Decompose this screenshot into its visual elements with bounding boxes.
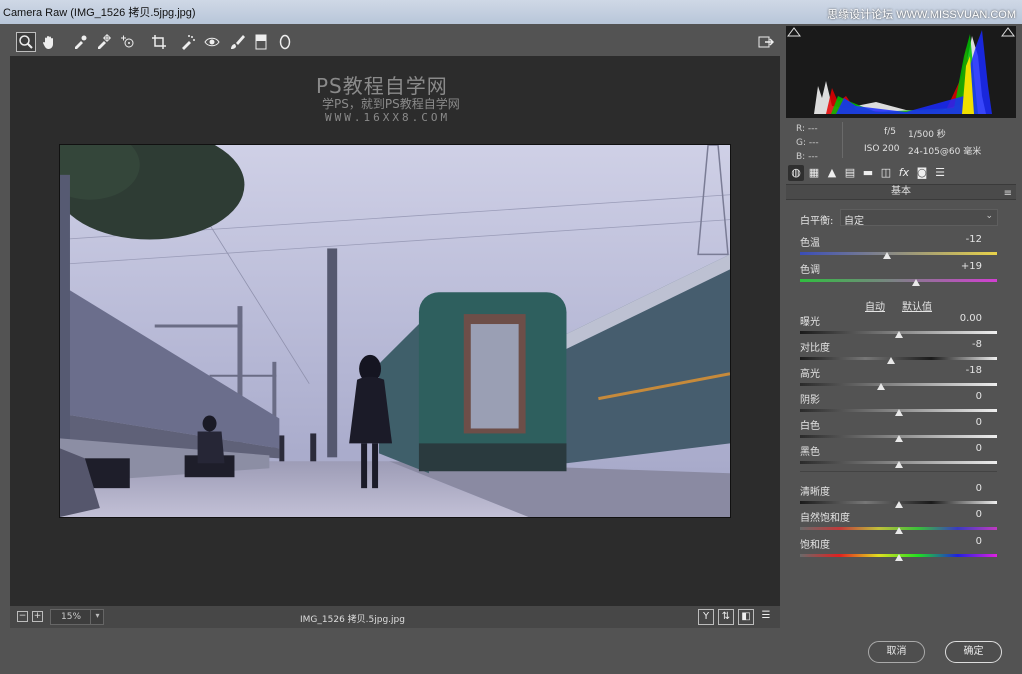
slider-thumb[interactable] — [894, 409, 903, 416]
tone-curve-tab-icon[interactable]: ▦ — [806, 165, 822, 181]
slider-value[interactable]: -18 — [942, 365, 982, 376]
status-filename: IMG_1526 拷贝.5jpg.jpg — [300, 615, 405, 625]
slider-thumb[interactable] — [894, 461, 903, 468]
preview-watermark-subtitle: 学PS，就到PS教程自学网 — [322, 97, 460, 111]
slider-thumb[interactable] — [886, 357, 895, 364]
panel-tabs: ◍ ▦ ▲ ▤ ▬ ◫ fx ◙ ☰ — [786, 163, 1016, 183]
white-balance-label: 白平衡: — [800, 216, 834, 227]
ok-button[interactable]: 确定 — [945, 641, 1002, 663]
targeted-adjustment-icon[interactable] — [118, 32, 138, 52]
slider-thumb[interactable] — [894, 527, 903, 534]
slider-thumb[interactable] — [894, 554, 903, 561]
blue-readout: B: --- — [796, 152, 818, 162]
preview-settings-button[interactable]: ☰ — [758, 609, 774, 625]
iso-readout: ISO 200 — [864, 144, 900, 154]
slider-label: 饱和度 — [800, 540, 830, 551]
slider-track[interactable] — [800, 252, 997, 255]
slider-label: 曝光 — [800, 317, 820, 328]
histogram — [786, 26, 1016, 118]
detail-tab-icon[interactable]: ▲ — [824, 165, 840, 181]
slider-label: 清晰度 — [800, 487, 830, 498]
slider-thumb[interactable] — [912, 279, 921, 286]
status-bar: − + 15% ▾ IMG_1526 拷贝.5jpg.jpg Y ⇅ ◧ ☰ — [10, 606, 780, 628]
white-balance-icon[interactable] — [70, 32, 90, 52]
default-link[interactable]: 默认值 — [902, 298, 932, 313]
shutter-readout: 1/500 秒 — [908, 130, 946, 140]
split-toning-tab-icon[interactable]: ▬ — [860, 165, 876, 181]
radial-filter-icon[interactable] — [275, 32, 295, 52]
readout-divider — [842, 122, 843, 158]
panel-title: 基本 ≡ — [786, 184, 1016, 200]
slider-value[interactable]: -8 — [942, 339, 982, 350]
slider-value[interactable]: 0 — [942, 536, 982, 547]
title-bar: Camera Raw (IMG_1526 拷贝.5jpg.jpg) 思缘设计论坛… — [0, 0, 1022, 24]
slider-value[interactable]: 0 — [942, 417, 982, 428]
slider-label: 色温 — [800, 238, 820, 249]
slider-label: 自然饱和度 — [800, 513, 850, 524]
slider-thumb[interactable] — [894, 331, 903, 338]
auto-link[interactable]: 自动 — [865, 298, 885, 313]
site-watermark: 思缘设计论坛 WWW.MISSVUAN.COM — [827, 9, 1016, 21]
red-readout: R: --- — [796, 124, 818, 134]
spot-removal-icon[interactable] — [178, 32, 198, 52]
crop-icon[interactable] — [149, 32, 169, 52]
slider-thumb[interactable] — [876, 383, 885, 390]
basic-tab-icon[interactable]: ◍ — [788, 165, 804, 181]
slider-label: 高光 — [800, 369, 820, 380]
slider-value[interactable]: -12 — [942, 234, 982, 245]
slider-value[interactable]: +19 — [942, 261, 982, 272]
before-after-toggle-button[interactable]: Y — [698, 609, 714, 625]
panel-menu-icon[interactable]: ≡ — [1004, 187, 1012, 201]
toolbar — [10, 30, 780, 56]
presets-tab-icon[interactable]: ☰ — [932, 165, 948, 181]
window-title: Camera Raw (IMG_1526 拷贝.5jpg.jpg) — [3, 7, 196, 19]
rgb-readout: R: --- G: --- B: --- — [796, 122, 819, 164]
slider-label: 对比度 — [800, 343, 830, 354]
zoom-out-button[interactable]: − — [17, 611, 28, 622]
zoom-icon[interactable] — [16, 32, 36, 52]
adjustment-brush-icon[interactable] — [227, 32, 247, 52]
lens-tab-icon[interactable]: ◫ — [878, 165, 894, 181]
slider-thumb[interactable] — [894, 435, 903, 442]
camera-calibration-tab-icon[interactable]: ◙ — [914, 165, 930, 181]
swap-before-after-button[interactable]: ⇅ — [718, 609, 734, 625]
color-sampler-icon[interactable] — [93, 32, 113, 52]
slider-value[interactable]: 0.00 — [942, 313, 982, 324]
chevron-down-icon: ⌄ — [985, 211, 993, 221]
panel-divider — [800, 471, 997, 472]
panel-title-text: 基本 — [891, 186, 911, 197]
slider-label: 色调 — [800, 265, 820, 276]
hand-icon[interactable] — [39, 32, 59, 52]
cancel-button[interactable]: 取消 — [868, 641, 925, 663]
zoom-in-button[interactable]: + — [32, 611, 43, 622]
effects-tab-icon[interactable]: fx — [896, 165, 912, 181]
chevron-down-icon[interactable]: ▾ — [90, 609, 104, 625]
slider-label: 黑色 — [800, 447, 820, 458]
preferences-icon[interactable] — [756, 32, 776, 52]
green-readout: G: --- — [796, 138, 819, 148]
aperture-readout: f/5 — [884, 127, 896, 137]
slider-track[interactable] — [800, 279, 997, 282]
white-balance-value: 自定 — [844, 216, 864, 227]
slider-thumb[interactable] — [894, 501, 903, 508]
copy-settings-button[interactable]: ◧ — [738, 609, 754, 625]
slider-track[interactable] — [800, 357, 997, 360]
hsl-tab-icon[interactable]: ▤ — [842, 165, 858, 181]
slider-value[interactable]: 0 — [942, 483, 982, 494]
slider-value[interactable]: 0 — [942, 443, 982, 454]
slider-thumb[interactable] — [882, 252, 891, 259]
red-eye-icon[interactable] — [202, 32, 222, 52]
slider-track[interactable] — [800, 383, 997, 386]
lens-readout: 24-105@60 毫米 — [908, 147, 982, 157]
slider-value[interactable]: 0 — [942, 509, 982, 520]
slider-label: 阴影 — [800, 395, 820, 406]
slider-value[interactable]: 0 — [942, 391, 982, 402]
preview-watermark-url: WWW.16XX8.COM — [325, 111, 451, 124]
white-balance-select[interactable]: 自定 ⌄ — [840, 209, 998, 227]
photo-preview[interactable] — [59, 144, 731, 518]
graduated-filter-icon[interactable] — [251, 32, 271, 52]
slider-label: 白色 — [800, 421, 820, 432]
